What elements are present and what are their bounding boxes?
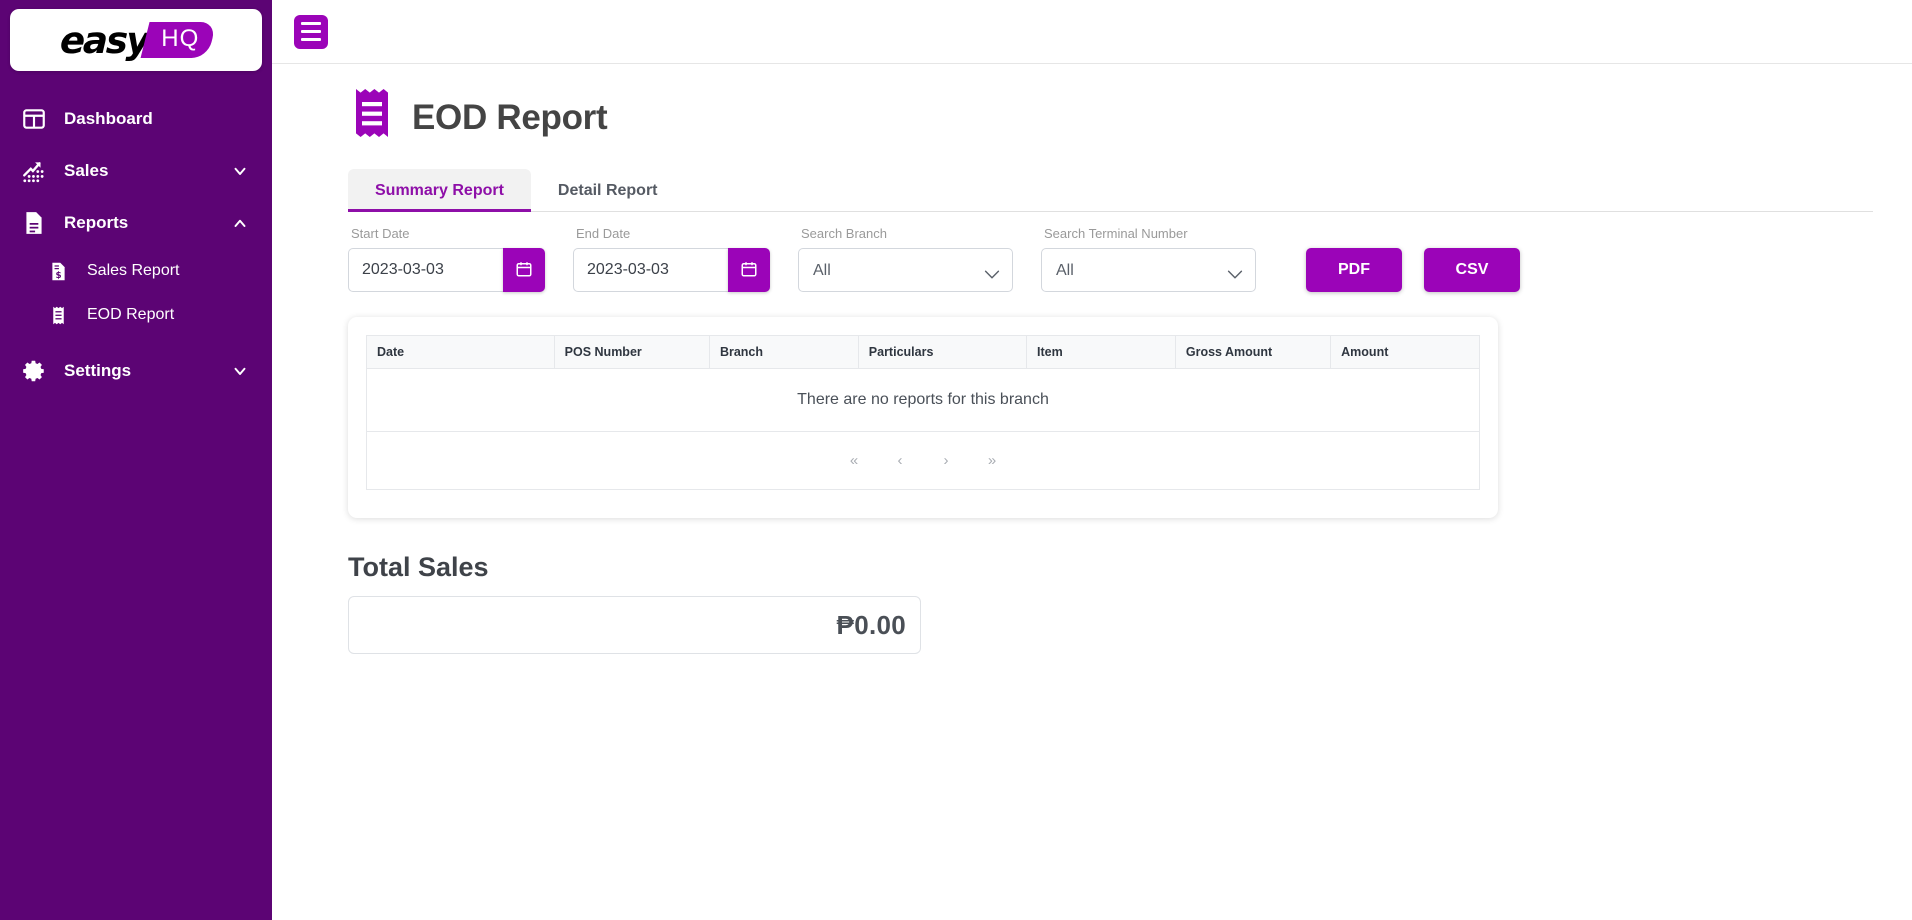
page-content: EOD Report Summary Report Detail Report … [272,64,1912,654]
report-table: Date POS Number Branch Particulars Item … [366,335,1480,432]
column-header-gross-amount: Gross Amount [1175,335,1332,369]
branch-label: Search Branch [801,226,887,241]
column-header-branch: Branch [709,335,859,369]
terminal-field: Search Terminal Number All [1041,226,1256,292]
pagination: « ‹ › » [366,432,1480,490]
calendar-icon [515,260,533,281]
top-bar [272,0,1912,64]
sidebar-item-eod-report[interactable]: EOD Report [0,293,272,337]
dashboard-grid-icon [14,106,54,132]
end-date-label: End Date [576,226,631,241]
sidebar-item-label: Dashboard [64,109,153,128]
sidebar: easy HQ Dashboard Sales Reports $ Sales … [0,0,272,920]
app-logo[interactable]: easy HQ [10,9,262,71]
branch-select[interactable]: All [798,248,1013,292]
end-date-field: End Date [573,226,770,292]
chevron-up-icon[interactable] [230,213,250,233]
app-root: easy HQ Dashboard Sales Reports $ Sales … [0,0,1912,920]
tab-detail-report[interactable]: Detail Report [531,169,685,211]
end-date-calendar-button[interactable] [728,248,770,292]
column-header-item: Item [1026,335,1176,369]
export-buttons: PDF CSV [1306,248,1520,292]
svg-text:$: $ [55,271,61,281]
column-header-date: Date [366,335,555,369]
sidebar-item-dashboard[interactable]: Dashboard [0,93,272,145]
terminal-label: Search Terminal Number [1044,226,1188,241]
start-date-input[interactable] [348,248,503,292]
sidebar-item-label: Settings [64,361,132,380]
filter-bar: Start Date 2023-03-03 End Date 2023-03-0… [348,212,1878,292]
sales-trend-icon [14,158,54,184]
table-header-row: Date POS Number Branch Particulars Item … [366,335,1480,369]
total-sales-box: ₱0.00 [348,596,921,654]
gear-icon [14,358,54,384]
sidebar-item-label: EOD Report [87,306,175,323]
pagination-next-button[interactable]: › [923,444,969,478]
total-sales-value: ₱0.00 [836,609,906,640]
pagination-prev-button[interactable]: ‹ [877,444,923,478]
terminal-select[interactable]: All [1041,248,1256,292]
start-date-field: Start Date [348,226,545,292]
receipt-icon [348,86,396,149]
calendar-icon [740,260,758,281]
sidebar-item-sales-report[interactable]: $ Sales Report [0,249,272,293]
receipt-icon [44,305,72,326]
table-empty-row: There are no reports for this branch [366,368,1480,432]
csv-button[interactable]: CSV [1424,248,1520,292]
sidebar-item-sales[interactable]: Sales [0,145,272,197]
tab-summary-report[interactable]: Summary Report [348,169,531,212]
empty-state-message: There are no reports for this branch [366,368,1480,432]
sidebar-item-reports[interactable]: Reports [0,197,272,249]
document-dollar-icon: $ [44,261,72,282]
page-header: EOD Report [348,86,1878,149]
sidebar-item-label: Sales Report [87,262,180,279]
end-date-input[interactable] [573,248,728,292]
document-icon [14,210,54,236]
report-card: Date POS Number Branch Particulars Item … [348,317,1498,518]
pdf-button[interactable]: PDF [1306,248,1402,292]
total-sales-title: Total Sales [348,552,489,582]
chevron-down-icon[interactable] [230,161,250,181]
start-date-label: Start Date [351,226,410,241]
main-area: EOD Report Summary Report Detail Report … [272,0,1912,920]
sidebar-item-label: Reports [64,213,129,232]
report-tabs: Summary Report Detail Report [348,169,1873,212]
sidebar-item-settings[interactable]: Settings [0,345,272,397]
sidebar-item-label: Sales [64,161,109,180]
start-date-calendar-button[interactable] [503,248,545,292]
hamburger-icon[interactable] [294,14,328,49]
chevron-down-icon[interactable] [230,361,250,381]
page-title: EOD Report [412,97,608,137]
column-header-pos-number: POS Number [554,335,710,369]
pagination-first-button[interactable]: « [831,444,877,478]
logo-text-easy: easy [59,18,150,62]
logo-badge-hq: HQ [140,21,217,59]
column-header-amount: Amount [1330,335,1480,369]
pagination-last-button[interactable]: » [969,444,1015,478]
sidebar-nav: Dashboard Sales Reports $ Sales Report E… [0,93,272,397]
column-header-particulars: Particulars [858,335,1028,369]
branch-field: Search Branch All [798,226,1013,292]
